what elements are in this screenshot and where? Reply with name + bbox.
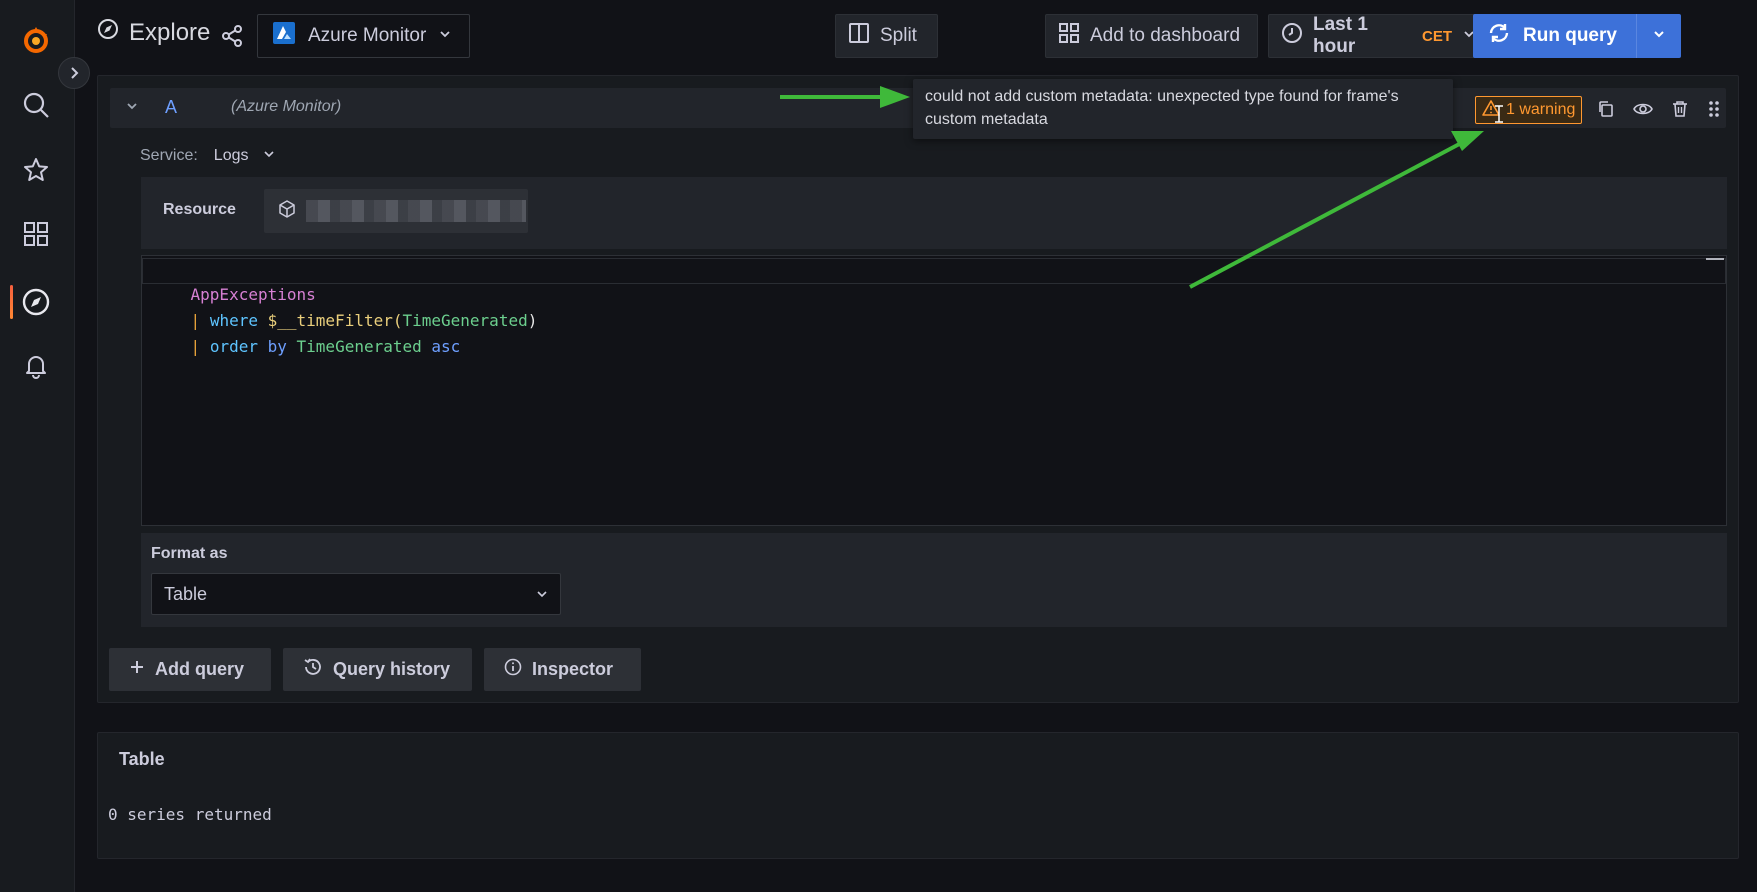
code-line-1: AppExceptions	[190, 285, 316, 304]
resource-label: Resource	[163, 201, 236, 218]
query-ref-id[interactable]: A	[165, 97, 177, 118]
chevron-down-icon	[1652, 25, 1666, 47]
plus-icon	[129, 659, 145, 680]
run-query-label: Run query	[1523, 25, 1617, 46]
datasource-name: Azure Monitor	[308, 25, 427, 46]
refresh-icon	[1487, 21, 1511, 51]
bell-icon[interactable]	[18, 348, 54, 384]
query-editor[interactable]: AppExceptions | where $__timeFilter(Time…	[141, 255, 1727, 526]
service-select[interactable]: Logs	[214, 147, 275, 165]
dashboards-icon[interactable]	[18, 216, 54, 252]
service-row: Service: Logs	[140, 147, 275, 165]
warning-icon	[1482, 99, 1500, 122]
azure-monitor-logo-icon	[272, 21, 296, 51]
chevron-down-icon	[263, 147, 275, 165]
add-query-label: Add query	[155, 659, 245, 679]
cube-icon	[278, 199, 296, 223]
chevron-down-icon	[536, 584, 548, 605]
run-query-main[interactable]: Run query	[1473, 14, 1636, 58]
run-query-options-button[interactable]	[1636, 14, 1681, 58]
resource-row: Resource	[141, 177, 1727, 249]
editor-scrollbar[interactable]	[1706, 258, 1724, 260]
inspector-label: Inspector	[532, 659, 614, 679]
service-value: Logs	[213, 147, 249, 164]
warning-tooltip: could not add custom metadata: unexpecte…	[913, 79, 1453, 139]
clock-icon	[1281, 22, 1303, 50]
add-to-dashboard-label: Add to dashboard	[1090, 25, 1241, 46]
query-history-label: Query history	[333, 659, 451, 679]
inspector-button[interactable]: Inspector	[484, 648, 641, 691]
grafana-logo-icon[interactable]	[18, 22, 54, 58]
add-query-button[interactable]: Add query	[109, 648, 271, 691]
results-table-panel: Table 0 series returned	[97, 732, 1739, 859]
apps-icon	[1058, 22, 1080, 50]
redacted-resource-name	[306, 200, 526, 222]
code-line-3: | order by TimeGenerated asc	[190, 337, 461, 356]
active-indicator	[10, 285, 13, 319]
star-icon[interactable]	[18, 152, 54, 188]
results-message: 0 series returned	[108, 805, 272, 824]
split-icon	[848, 22, 870, 50]
format-as-label: Format as	[151, 545, 228, 562]
share-icon[interactable]	[220, 24, 244, 48]
timezone-label: CET	[1422, 27, 1452, 45]
page-title: Explore	[97, 18, 210, 47]
chevron-down-icon	[438, 25, 452, 47]
code-line-2: | where $__timeFilter(TimeGenerated)	[190, 311, 538, 330]
trash-icon[interactable]	[1669, 98, 1691, 120]
search-icon[interactable]	[18, 87, 54, 123]
info-icon	[504, 658, 522, 681]
sidebar	[0, 0, 75, 892]
page-title-text: Explore	[129, 18, 211, 46]
resource-picker-button[interactable]	[264, 189, 528, 233]
split-button[interactable]: Split	[835, 14, 938, 58]
time-range-label: Last 1 hour	[1313, 14, 1368, 57]
query-history-button[interactable]: Query history	[283, 648, 472, 691]
format-as-row: Format as Table	[141, 533, 1727, 627]
expand-sidebar-button[interactable]	[58, 57, 90, 89]
results-title: Table	[119, 749, 165, 769]
history-icon	[303, 657, 323, 682]
eye-icon[interactable]	[1632, 98, 1654, 120]
explore-icon[interactable]	[18, 284, 54, 320]
add-to-dashboard-button[interactable]: Add to dashboard	[1045, 14, 1258, 58]
run-query-button[interactable]: Run query	[1473, 14, 1681, 58]
datasource-picker[interactable]: Azure Monitor	[257, 14, 470, 58]
time-range-picker[interactable]: Last 1 hour CET	[1268, 14, 1489, 58]
duplicate-query-icon[interactable]	[1595, 98, 1617, 120]
format-as-value: Table	[164, 583, 208, 604]
warning-label: 1 warning	[1506, 101, 1576, 118]
warning-badge[interactable]: 1 warning	[1475, 96, 1583, 124]
explore-title-icon	[97, 18, 119, 47]
query-datasource-label: (Azure Monitor)	[231, 98, 342, 115]
current-line-highlight	[142, 258, 1726, 284]
split-label: Split	[880, 25, 917, 46]
format-as-select[interactable]: Table	[151, 573, 561, 615]
service-label: Service:	[140, 147, 198, 164]
collapse-chevron-icon[interactable]	[124, 98, 140, 119]
drag-handle-icon[interactable]	[1703, 98, 1725, 120]
